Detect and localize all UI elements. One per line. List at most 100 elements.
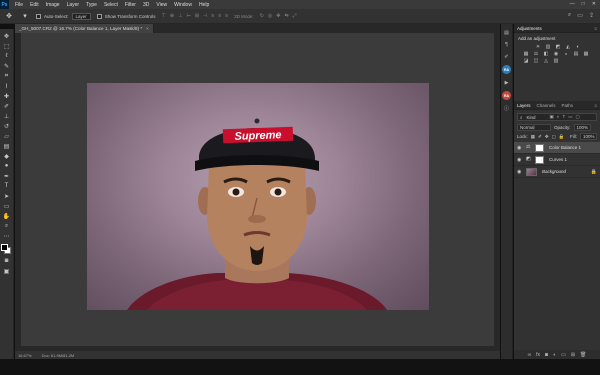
align-left-icon[interactable]: ⊢ (186, 13, 190, 19)
foreground-color-swatch[interactable] (1, 244, 8, 251)
path-select-tool-icon[interactable]: ➤ (2, 192, 12, 200)
align-right-icon[interactable]: ⊣ (203, 13, 207, 19)
new-layer-icon[interactable]: ⊞ (571, 352, 575, 358)
levels-icon[interactable]: ▥ (544, 44, 552, 51)
3d-slide-icon[interactable]: ⇆ (284, 13, 288, 19)
eraser-tool-icon[interactable]: ▱ (2, 132, 12, 140)
tab-channels[interactable]: Channels (537, 103, 556, 108)
menu-layer[interactable]: Layer (67, 2, 80, 8)
ra-plugin-red-icon[interactable]: RA (502, 91, 511, 100)
opacity-input[interactable]: 100% (573, 124, 591, 131)
align-middle-icon[interactable]: ⊕ (170, 13, 174, 19)
ra-plugin-icon[interactable]: RA (502, 65, 511, 74)
grid-icon[interactable]: ▦ (582, 51, 590, 58)
type-tool-icon[interactable]: T (2, 182, 12, 190)
menu-view[interactable]: View (156, 2, 167, 8)
new-adjustment-icon[interactable]: ◐ (553, 352, 556, 358)
minimize-button[interactable]: — (570, 1, 575, 7)
lock-paint-icon[interactable]: ✐ (538, 134, 542, 140)
layer-name[interactable]: Background (542, 169, 566, 174)
history-brush-tool-icon[interactable]: ↺ (2, 122, 12, 130)
show-transform-checkbox[interactable] (96, 13, 102, 19)
pixel-filter-icon[interactable]: ▣ (550, 114, 554, 120)
layer-row[interactable]: ◉ ⚖ Color Balance 1 (514, 142, 600, 154)
blend-mode-select[interactable]: Normal (517, 124, 551, 131)
smart-object-filter-icon[interactable]: ▢ (576, 114, 580, 120)
properties-icon[interactable]: ¶ (503, 41, 511, 48)
zoom-level[interactable]: 16.67% (18, 353, 32, 358)
invert-icon[interactable]: ◪ (522, 58, 530, 65)
brush-settings-icon[interactable]: ✐ (503, 53, 511, 60)
menu-image[interactable]: Image (46, 2, 60, 8)
align-top-icon[interactable]: ⊤ (162, 13, 166, 19)
search-icon[interactable]: ⌕ (568, 12, 571, 19)
color-lookup-icon[interactable]: ▤ (572, 51, 580, 58)
exposure-icon[interactable]: ◭ (564, 44, 572, 51)
panel-menu-icon[interactable]: ≡ (594, 103, 597, 108)
menu-select[interactable]: Select (104, 2, 118, 8)
auto-select-checkbox[interactable] (36, 13, 41, 19)
menu-filter[interactable]: Filter (125, 2, 136, 8)
rectangle-tool-icon[interactable]: ▭ (2, 202, 12, 210)
new-group-icon[interactable]: ▭ (561, 352, 566, 358)
more-tools-icon[interactable]: ⋯ (2, 232, 12, 240)
layer-mask-thumbnail[interactable] (535, 143, 544, 152)
share-icon[interactable]: ⇪ (589, 12, 594, 19)
3d-roll-icon[interactable]: ◎ (268, 13, 272, 19)
layer-filter[interactable]: ⌕ Kind ▣ ◐ T ▭ ▢ (517, 113, 597, 121)
type-filter-icon[interactable]: T (563, 114, 566, 120)
3d-scale-icon[interactable]: ⤢ (293, 13, 297, 19)
screen-mode-icon[interactable]: ▣ (2, 267, 12, 275)
hand-tool-icon[interactable]: ✋ (2, 212, 12, 220)
document-tab[interactable]: _GH_5007.CR2 @ 16.7% (Color Balance 1, L… (15, 24, 154, 33)
lock-artboard-icon[interactable]: ▢ (552, 134, 556, 140)
fill-input[interactable]: 100% (580, 133, 597, 140)
quick-mask-icon[interactable]: ◙ (2, 257, 12, 265)
canvas-area[interactable]: Supreme (21, 33, 494, 346)
eye-icon[interactable]: ◉ (517, 169, 523, 175)
maximize-button[interactable]: □ (582, 1, 585, 7)
history-icon[interactable]: ▤ (503, 29, 511, 36)
clone-stamp-tool-icon[interactable]: ⊥ (2, 112, 12, 120)
layer-row[interactable]: ◉ ◩ Curves 1 (514, 154, 600, 166)
blur-tool-icon[interactable]: ◆ (2, 152, 12, 160)
lock-pixels-icon[interactable]: ▦ (531, 134, 535, 140)
move-tool-icon[interactable]: ✥ (2, 32, 12, 40)
3d-rotate-icon[interactable]: ↻ (260, 13, 264, 19)
shape-filter-icon[interactable]: ▭ (568, 114, 572, 120)
eye-icon[interactable]: ◉ (517, 145, 523, 151)
curves-icon[interactable]: ◩ (554, 44, 562, 51)
healing-brush-tool-icon[interactable]: ✚ (2, 92, 12, 100)
tab-adjustments[interactable]: Adjustments (517, 26, 542, 31)
panel-menu-icon[interactable]: ≡ (594, 26, 597, 31)
crop-tool-icon[interactable]: ⌗ (2, 72, 12, 80)
distribute-icon[interactable]: ≡ (225, 13, 228, 19)
vibrance-icon[interactable]: ◐ (574, 44, 582, 51)
tab-paths[interactable]: Paths (562, 103, 574, 108)
distribute-icon[interactable]: ≡ (211, 13, 214, 19)
3d-pan-icon[interactable]: ✥ (276, 13, 280, 19)
auto-select-dropdown[interactable]: Layer (71, 12, 91, 20)
menu-type[interactable]: Type (86, 2, 97, 8)
info-icon[interactable]: ⓘ (503, 105, 511, 112)
close-window-button[interactable]: ✕ (592, 1, 596, 7)
move-tool-icon[interactable]: ✥ (4, 12, 14, 20)
link-layers-icon[interactable]: ∞ (528, 352, 532, 358)
eye-icon[interactable]: ◉ (517, 157, 523, 163)
gradient-tool-icon[interactable]: ▤ (2, 142, 12, 150)
photo-filter-icon[interactable]: ◉ (552, 51, 560, 58)
layer-style-icon[interactable]: fx (536, 352, 540, 358)
channel-mixer-icon[interactable]: ◒ (562, 51, 570, 58)
actions-icon[interactable]: ▶ (503, 79, 511, 86)
chevron-down-icon[interactable]: ▾ (20, 12, 30, 20)
color-balance-icon[interactable]: ⚖ (532, 51, 540, 58)
menu-edit[interactable]: Edit (30, 2, 39, 8)
threshold-icon[interactable]: ◬ (542, 58, 550, 65)
align-center-icon[interactable]: ⊞ (195, 13, 199, 19)
marquee-tool-icon[interactable]: ⬚ (2, 42, 12, 50)
menu-help[interactable]: Help (199, 2, 209, 8)
align-bottom-icon[interactable]: ⊥ (178, 13, 182, 19)
adjustment-filter-icon[interactable]: ◐ (557, 114, 560, 120)
close-tab-button[interactable]: × (146, 24, 149, 33)
eyedropper-tool-icon[interactable]: ⌇ (2, 82, 12, 90)
